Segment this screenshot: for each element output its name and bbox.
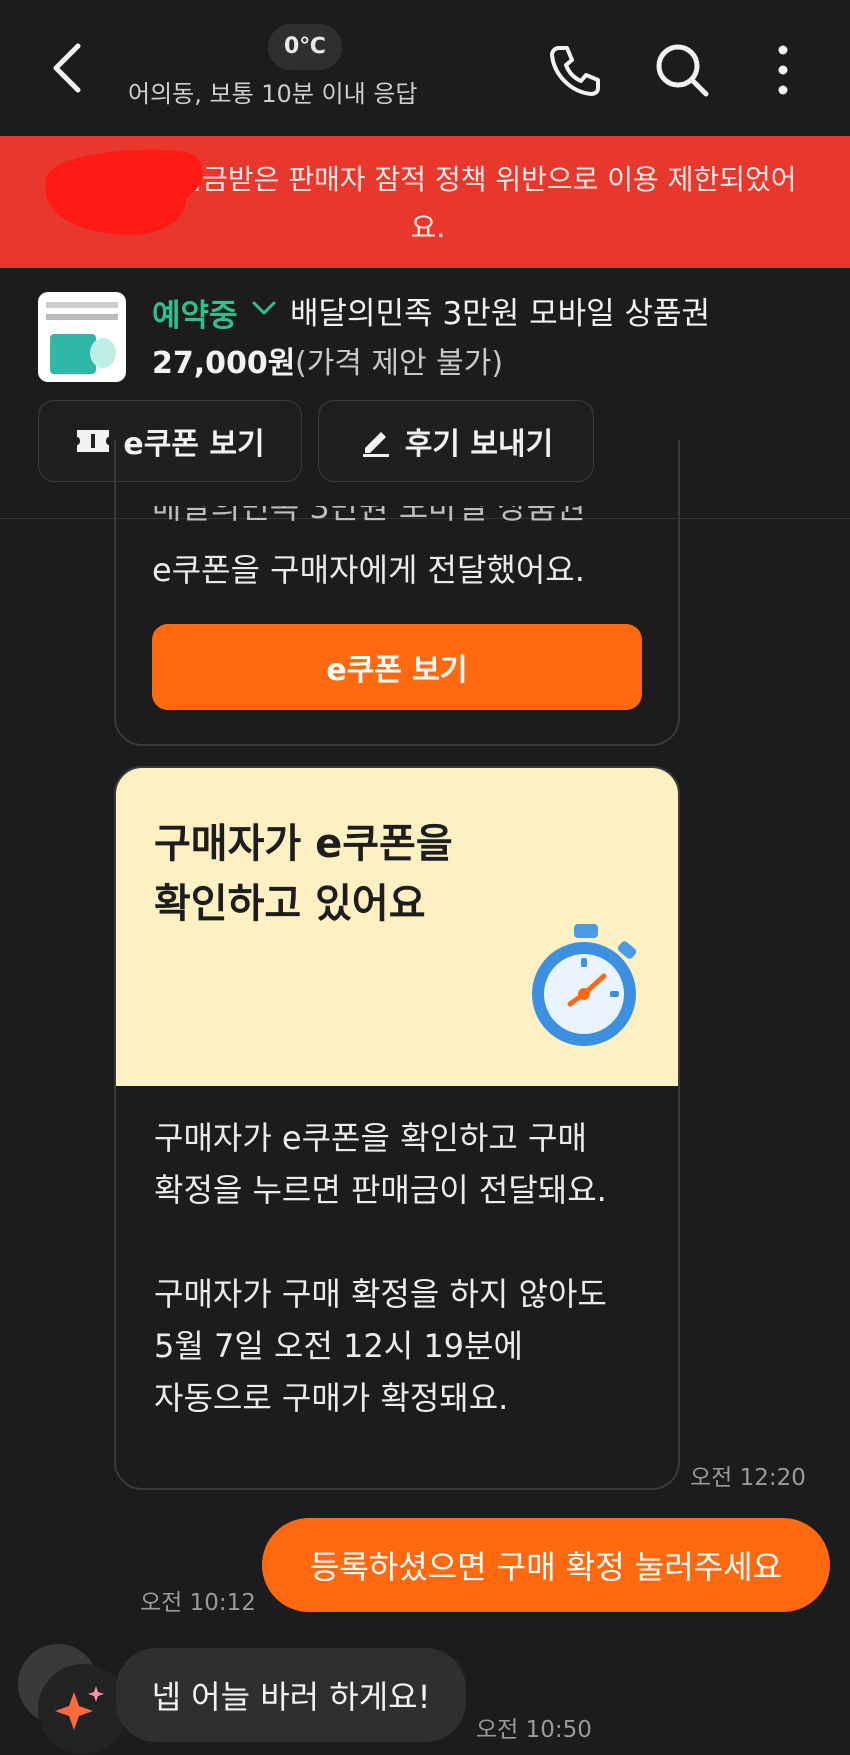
timestamp: 오전 12:20	[690, 1465, 806, 1491]
phone-icon[interactable]	[545, 40, 605, 100]
response-status: 어의동, 보통 10분 이내 응답	[128, 80, 418, 108]
buyer-checking-card: 구매자가 e쿠폰을 확인하고 있어요 구매자가 e쿠폰을 확인하고 구매 확정을…	[114, 766, 680, 1490]
card-heading: 구매자가 e쿠폰을 확인하고 있어요	[154, 821, 453, 927]
chevron-down-icon[interactable]	[252, 300, 276, 316]
sparkle-icon[interactable]	[38, 1664, 128, 1754]
chat-header: 0℃ 어의동, 보통 10분 이내 응답	[0, 0, 850, 136]
redaction-mark	[45, 149, 203, 235]
my-message-bubble[interactable]: 등록하셨으면 구매 확정 눌러주세요	[262, 1518, 830, 1612]
reservation-status[interactable]: 예약중	[152, 290, 238, 335]
card-header-area: 구매자가 e쿠폰을 확인하고 있어요	[116, 768, 678, 1086]
back-icon[interactable]	[42, 40, 94, 96]
stopwatch-icon	[532, 924, 637, 1046]
price-note: (가격 제안 불가)	[295, 346, 504, 381]
more-icon[interactable]	[765, 40, 801, 100]
timestamp: 오전 10:12	[140, 1590, 256, 1616]
search-icon[interactable]	[652, 40, 712, 100]
coupon-sent-text: e쿠폰을 구매자에게 전달했어요.	[152, 551, 585, 589]
cut-off-text: 배달의민족 3만원 모바일 상품권	[152, 506, 586, 526]
ticket-icon	[77, 430, 110, 452]
product-title: 배달의민족 3만원 모바일 상품권	[290, 296, 711, 332]
view-coupon-card-button[interactable]: e쿠폰 보기	[152, 624, 642, 710]
other-message-bubble[interactable]: 넵 어늘 바러 하게요!	[116, 1648, 466, 1742]
manner-temperature-badge: 0℃	[268, 24, 342, 70]
card-body-text: 구매자가 e쿠폰을 확인하고 구매 확정을 누르면 판매금이 전달돼요. 구매자…	[154, 1119, 607, 1417]
product-price: 27,000원	[152, 346, 296, 381]
timestamp: 오전 10:50	[476, 1717, 592, 1743]
product-thumbnail[interactable]	[38, 292, 126, 382]
